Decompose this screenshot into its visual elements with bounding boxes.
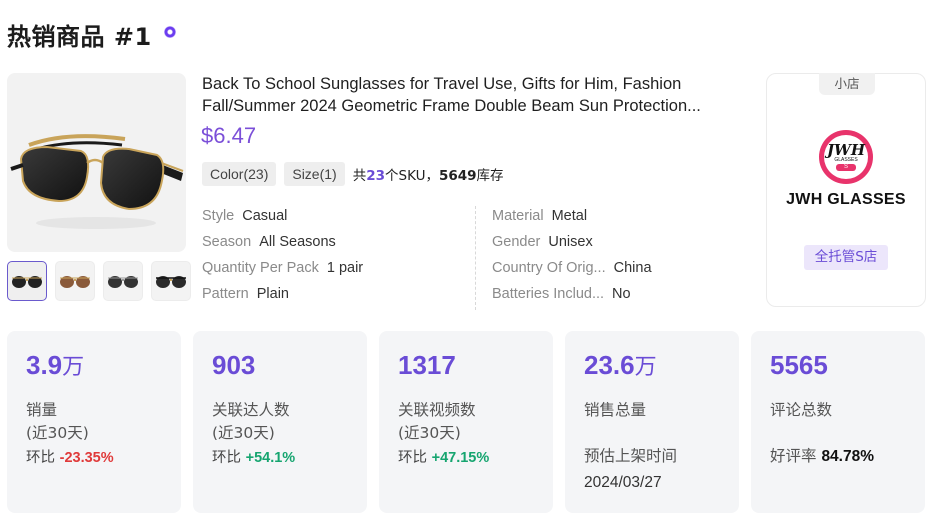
page-title: 热销商品 #1 (7, 23, 152, 51)
stat-period: (近30天) (212, 424, 275, 442)
attribute-row: Material Metal (492, 208, 588, 224)
stat-value: 1317 (398, 350, 456, 380)
thumbnail-strip (7, 261, 191, 301)
stat-card-reviews: 5565 评论总数 好评率 84.78% (751, 331, 925, 513)
stat-value: 5565 (770, 350, 828, 380)
shop-card[interactable]: 小店 JWH GLASSES S JWH GLASSES 全托管S店 (766, 73, 926, 307)
stat-label: 销量 (26, 401, 58, 419)
product-attributes: Style Casual Season All Seasons Quantity P… (202, 206, 775, 310)
section-title: 热销商品 #1 (7, 17, 176, 52)
stat-period: (近30天) (26, 424, 89, 442)
stats-row: 3.9万 销量 (近30天) 环比 -23.35% 903 关联达人数 (近30… (7, 331, 925, 513)
thumbnail-4[interactable] (151, 261, 191, 301)
shop-logo-subtext: GLASSES (834, 157, 858, 163)
attribute-row: Style Casual (202, 208, 288, 224)
shop-type-badge: 小店 (819, 73, 875, 95)
product-title-line-2: Fall/Summer 2024 Geometric Frame Double … (202, 97, 701, 115)
listing-date: 2024/03/27 (584, 474, 662, 491)
attribute-row: Country Of Orig... China (492, 260, 652, 276)
stat-ratio: 环比 -23.35% (26, 450, 114, 466)
attribute-row: Quantity Per Pack 1 pair (202, 260, 364, 276)
shop-name[interactable]: JWH GLASSES (767, 191, 925, 209)
stat-ratio: 环比 +54.1% (212, 450, 296, 466)
thumbnail-3[interactable] (103, 261, 143, 301)
listing-date-label: 预估上架时间 (584, 447, 678, 465)
stat-card-videos: 1317 关联视频数 (近30天) 环比 +47.15% (379, 331, 553, 513)
shop-logo-text: JWH (826, 141, 866, 159)
attributes-left-column: Style Casual Season All Seasons Quantity P… (202, 206, 475, 310)
shop-logo-badge: S (835, 164, 856, 171)
attributes-right-column: Material Metal Gender Unisex Country Of Or… (475, 206, 775, 310)
product-price: $6.47 (201, 123, 257, 148)
attribute-row: Batteries Includ... No (492, 286, 631, 302)
variant-row: Color(23) Size(1) 共23个SKU，5649库存 (202, 162, 504, 186)
stat-value: 23.6万 (584, 350, 657, 380)
attribute-row: Season All Seasons (202, 234, 336, 250)
stat-value: 3.9万 (26, 350, 85, 380)
product-main-image[interactable] (7, 73, 186, 252)
stat-value: 903 (212, 350, 256, 380)
thumbnail-1[interactable] (7, 261, 47, 301)
stat-card-total-sales: 23.6万 销售总量 预估上架时间 2024/03/27 (565, 331, 739, 513)
product-title-line-1: Back To School Sunglasses for Travel Use… (202, 75, 682, 93)
attribute-row: Gender Unisex (492, 234, 593, 250)
shop-logo[interactable]: JWH GLASSES S (819, 130, 873, 184)
attribute-row: Pattern Plain (202, 286, 289, 302)
loading-indicator-icon (163, 25, 176, 38)
sku-summary: 共23个SKU，5649库存 (352, 168, 504, 184)
stat-card-influencers: 903 关联达人数 (近30天) 环比 +54.1% (193, 331, 367, 513)
stat-label: 销售总量 (584, 401, 647, 419)
shop-managed-badge: 全托管S店 (804, 245, 888, 270)
thumbnail-2[interactable] (55, 261, 95, 301)
sku-count: 23 (366, 168, 386, 184)
stat-label: 关联视频数 (398, 401, 476, 419)
size-variant-tag[interactable]: Size(1) (284, 162, 345, 186)
sunglasses-image (10, 134, 184, 229)
stat-ratio: 环比 +47.15% (398, 450, 490, 466)
positive-rating: 好评率 84.78% (770, 447, 875, 465)
stat-period: (近30天) (398, 424, 461, 442)
product-title[interactable]: Back To School Sunglasses for Travel Use… (202, 73, 742, 117)
stat-card-sales: 3.9万 销量 (近30天) 环比 -23.35% (7, 331, 181, 513)
stat-label: 关联达人数 (212, 401, 290, 419)
stat-label: 评论总数 (770, 401, 833, 419)
stock-count: 5649 (438, 168, 477, 184)
color-variant-tag[interactable]: Color(23) (202, 162, 277, 186)
